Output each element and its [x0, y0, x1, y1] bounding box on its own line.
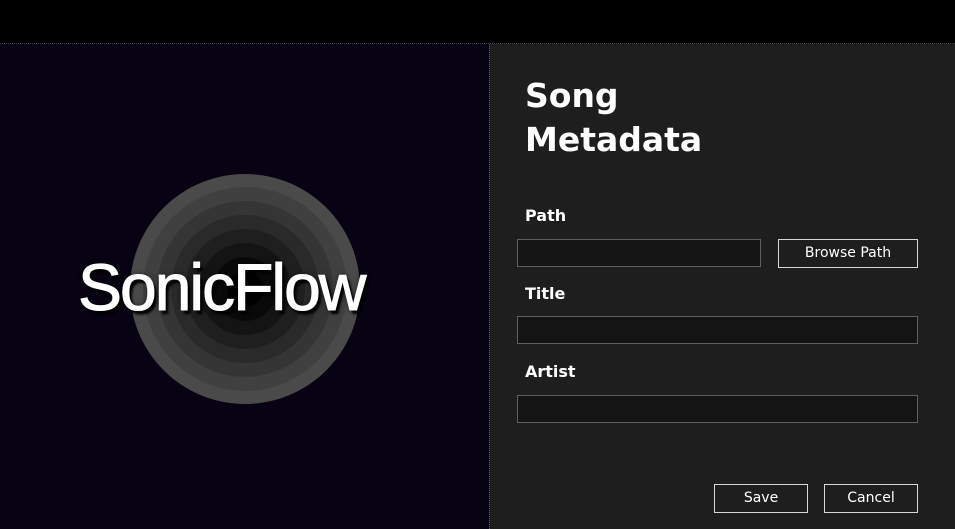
- browse-path-button[interactable]: Browse Path: [778, 239, 918, 268]
- window-title-bar: [0, 0, 955, 44]
- page-title-line1: Song: [525, 76, 619, 115]
- title-input[interactable]: [517, 316, 918, 344]
- title-label: Title: [525, 284, 566, 303]
- cancel-button[interactable]: Cancel: [824, 484, 918, 513]
- path-label: Path: [525, 206, 567, 225]
- page-title: Song Metadata: [525, 74, 725, 162]
- app-logo-text: SonicFlow: [77, 250, 366, 325]
- artist-input[interactable]: [517, 395, 918, 423]
- artist-label: Artist: [525, 362, 576, 381]
- path-input[interactable]: [517, 239, 761, 267]
- song-metadata-panel: Song Metadata Path Browse Path Title Art…: [489, 44, 955, 529]
- save-button[interactable]: Save: [714, 484, 808, 513]
- logo-panel: SonicFlow: [0, 44, 489, 529]
- page-title-line2: Metadata: [525, 120, 703, 159]
